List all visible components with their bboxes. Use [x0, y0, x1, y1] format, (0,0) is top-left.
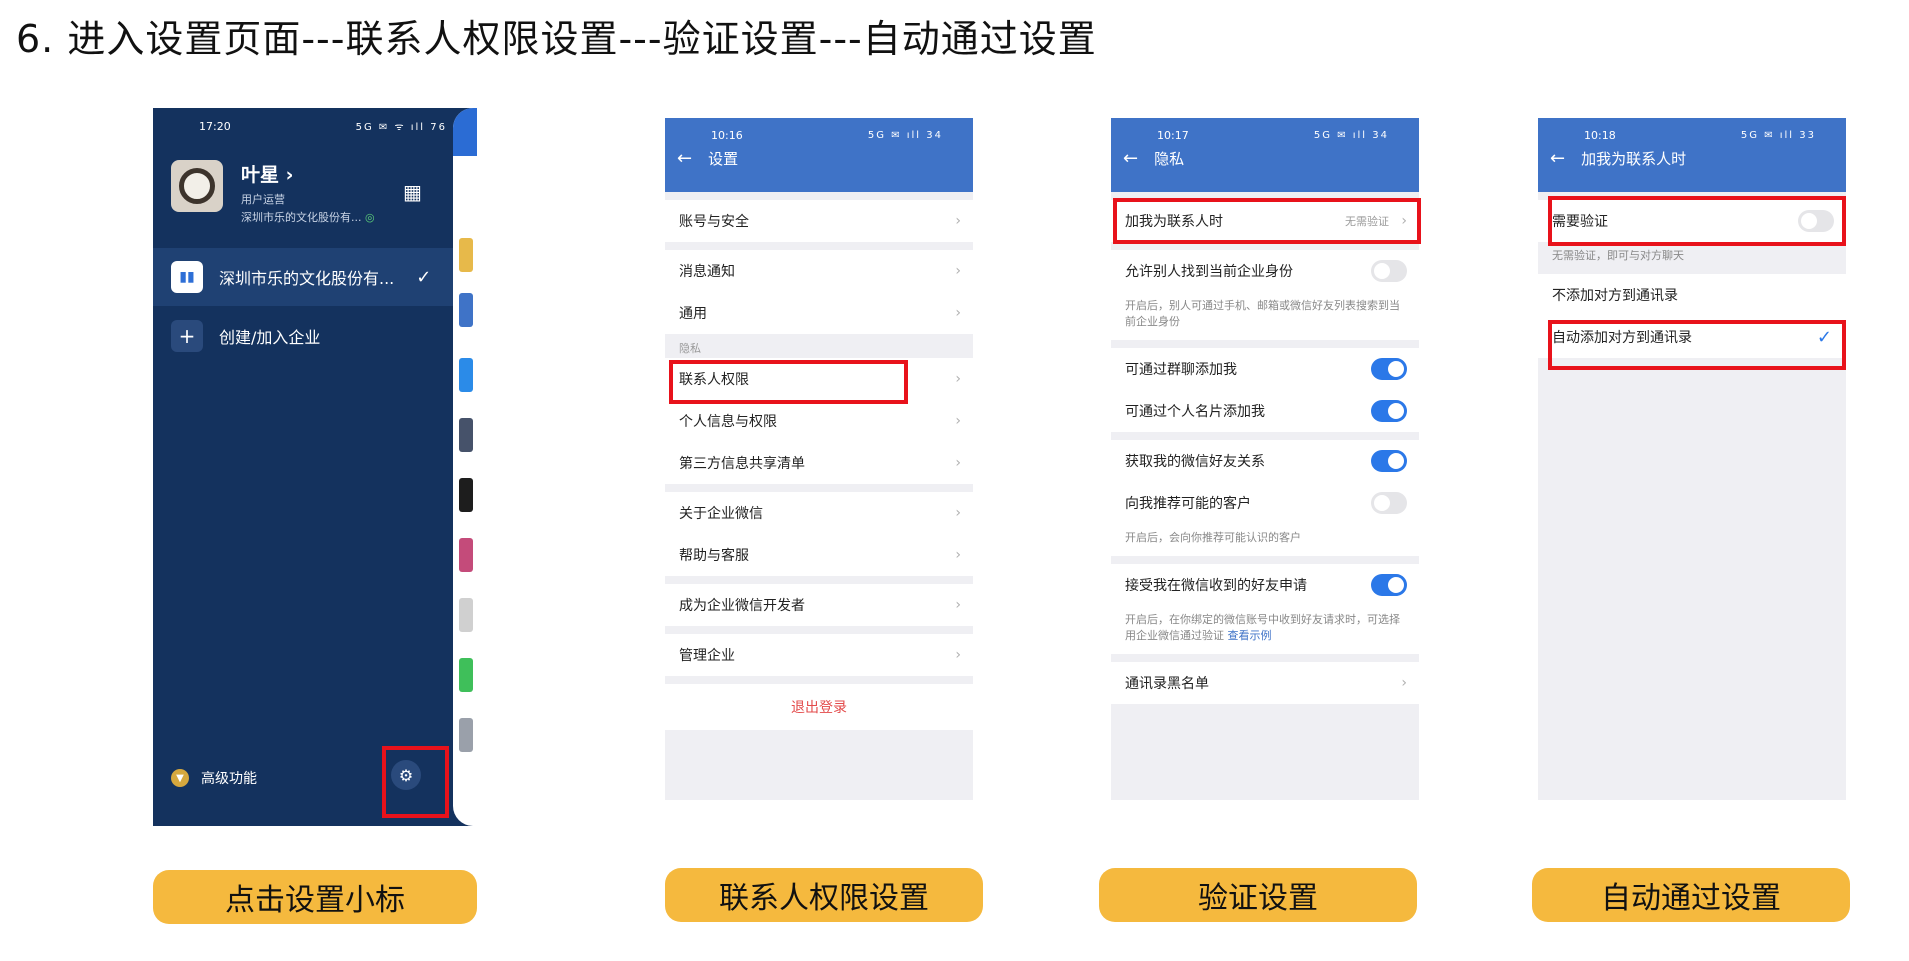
caption-step-verify: 验证设置 — [1099, 868, 1417, 922]
privacy-item-allow-find: 允许别人找到当前企业身份 — [1111, 250, 1419, 292]
settings-item-notifications[interactable]: 消息通知 › — [665, 250, 973, 292]
phone-screen-settings: 10:16 5G ✉ ıll 34 ← 设置 账号与安全 › 消息通知 › 通用 › 隐… — [665, 118, 973, 800]
caption-step-auto: 自动通过设置 — [1532, 868, 1850, 922]
status-bar: 10:16 5G ✉ ıll 34 — [665, 118, 973, 142]
checkmark-icon: ✓ — [416, 266, 432, 288]
phone-screen-sidebar: 17:20 5G ✉ ᯤ ıll 76 叶星 › 用户运营 深圳市乐的文化股份有… — [153, 108, 477, 826]
chevron-right-icon: › — [955, 371, 961, 387]
settings-item-help[interactable]: 帮助与客服 › — [665, 534, 973, 576]
status-icons: 5G ✉ ᯤ ıll 76 — [355, 122, 447, 133]
settings-item-account[interactable]: 账号与安全 › — [665, 200, 973, 242]
view-example-link[interactable]: 查看示例 — [1228, 629, 1272, 642]
settings-item-manage[interactable]: 管理企业 › — [665, 634, 973, 676]
privacy-item-via-card: 可通过个人名片添加我 — [1111, 390, 1419, 432]
highlight-auto-add — [1548, 320, 1846, 370]
chevron-right-icon: › — [955, 263, 961, 279]
chevron-right-icon: › — [955, 647, 961, 663]
company-logo-icon: ▮▮ — [171, 261, 203, 293]
chevron-right-icon: › — [955, 455, 961, 471]
status-icons: 5G ✉ ıll 34 — [1313, 129, 1389, 141]
toggle-switch[interactable] — [1371, 492, 1407, 514]
chevron-right-icon: › — [955, 547, 961, 563]
screen-title: 设置 — [708, 150, 739, 168]
privacy-item-recommend: 向我推荐可能的客户 — [1111, 482, 1419, 524]
chevron-right-icon: › — [955, 505, 961, 521]
allow-find-note: 开启后，别人可通过手机、邮箱或微信好友列表搜索到当前企业身份 — [1111, 292, 1419, 340]
back-arrow-icon[interactable]: ← — [677, 148, 692, 169]
chevron-right-icon: › — [1401, 675, 1407, 691]
highlight-settings-gear — [382, 746, 449, 818]
chevron-right-icon: › — [955, 413, 961, 429]
create-join-label: 创建/加入企业 — [219, 328, 321, 347]
settings-item-about[interactable]: 关于企业微信 › — [665, 492, 973, 534]
back-arrow-icon[interactable]: ← — [1550, 148, 1565, 169]
status-icons: 5G ✉ ıll 34 — [867, 129, 943, 141]
status-time: 10:18 — [1584, 128, 1616, 142]
slide-heading: 6. 进入设置页面---联系人权限设置---验证设置---自动通过设置 — [16, 17, 1097, 61]
caption-step-gear: 点击设置小标 — [153, 870, 477, 924]
logout-button[interactable]: 退出登录 — [665, 684, 973, 730]
settings-item-third-party[interactable]: 第三方信息共享清单 › — [665, 442, 973, 484]
status-bar: 10:18 5G ✉ ıll 33 — [1538, 118, 1846, 142]
section-label-privacy: 隐私 — [679, 342, 701, 355]
toggle-switch[interactable] — [1371, 450, 1407, 472]
settings-item-general[interactable]: 通用 › — [665, 292, 973, 334]
settings-item-developer[interactable]: 成为企业微信开发者 › — [665, 584, 973, 626]
screen-title: 加我为联系人时 — [1581, 150, 1687, 168]
privacy-item-blacklist[interactable]: 通讯录黑名单 › — [1111, 662, 1419, 704]
need-verify-note: 无需验证，即可与对方聊天 — [1538, 242, 1846, 274]
highlight-add-me-when — [1113, 198, 1421, 244]
toggle-switch[interactable] — [1371, 358, 1407, 380]
create-join-company[interactable]: + 创建/加入企业 — [171, 320, 320, 352]
status-bar: 17:20 5G ✉ ᯤ ıll 76 — [153, 108, 477, 134]
user-profile[interactable]: 叶星 › 用户运营 深圳市乐的文化股份有... ◎ — [171, 160, 375, 225]
user-role: 用户运营 — [241, 193, 285, 206]
chevron-right-icon: › — [955, 213, 961, 229]
main-screen-peek — [453, 108, 477, 826]
advanced-features[interactable]: ▼ 高级功能 — [171, 768, 257, 788]
status-icons: 5G ✉ ıll 33 — [1740, 129, 1816, 141]
privacy-item-accept-wechat: 接受我在微信收到的好友申请 — [1111, 564, 1419, 606]
chevron-right-icon: › — [955, 305, 961, 321]
highlight-need-verify — [1548, 196, 1846, 246]
qr-code-icon[interactable]: ▦ — [403, 180, 422, 204]
plus-icon: + — [171, 320, 203, 352]
accept-note: 开启后，在你绑定的微信账号中收到好友请求时，可选择用企业微信通过验证 查看示例 — [1111, 606, 1419, 654]
status-time: 10:17 — [1157, 128, 1189, 142]
tutorial-slide: 6. 进入设置页面---联系人权限设置---验证设置---自动通过设置 17:2… — [0, 0, 1909, 961]
status-time: 17:20 — [199, 119, 231, 133]
advanced-label: 高级功能 — [201, 771, 257, 787]
caption-step-contact: 联系人权限设置 — [665, 868, 983, 922]
avatar — [171, 160, 223, 212]
settings-item-personal-info[interactable]: 个人信息与权限 › — [665, 400, 973, 442]
chevron-right-icon: › — [955, 597, 961, 613]
toggle-switch[interactable] — [1371, 400, 1407, 422]
chevron-right-icon: › — [285, 164, 294, 186]
toggle-switch[interactable] — [1371, 260, 1407, 282]
user-org: 深圳市乐的文化股份有... — [241, 211, 362, 224]
company-item[interactable]: ▮▮ 深圳市乐的文化股份有... ✓ — [153, 248, 453, 306]
toggle-switch[interactable] — [1371, 574, 1407, 596]
privacy-item-wechat-relations: 获取我的微信好友关系 — [1111, 440, 1419, 482]
option-no-add[interactable]: 不添加对方到通讯录 — [1538, 274, 1846, 316]
privacy-item-via-group: 可通过群聊添加我 — [1111, 348, 1419, 390]
company-name: 深圳市乐的文化股份有... — [219, 269, 395, 288]
highlight-contact-permissions — [669, 360, 908, 404]
user-name: 叶星 — [241, 164, 280, 186]
back-arrow-icon[interactable]: ← — [1123, 148, 1138, 169]
status-time: 10:16 — [711, 128, 743, 142]
crown-icon: ▼ — [171, 769, 189, 787]
screen-title: 隐私 — [1154, 150, 1185, 168]
verified-shield-icon: ◎ — [365, 211, 375, 224]
recommend-note: 开启后，会向你推荐可能认识的客户 — [1111, 524, 1419, 556]
status-bar: 10:17 5G ✉ ıll 34 — [1111, 118, 1419, 142]
